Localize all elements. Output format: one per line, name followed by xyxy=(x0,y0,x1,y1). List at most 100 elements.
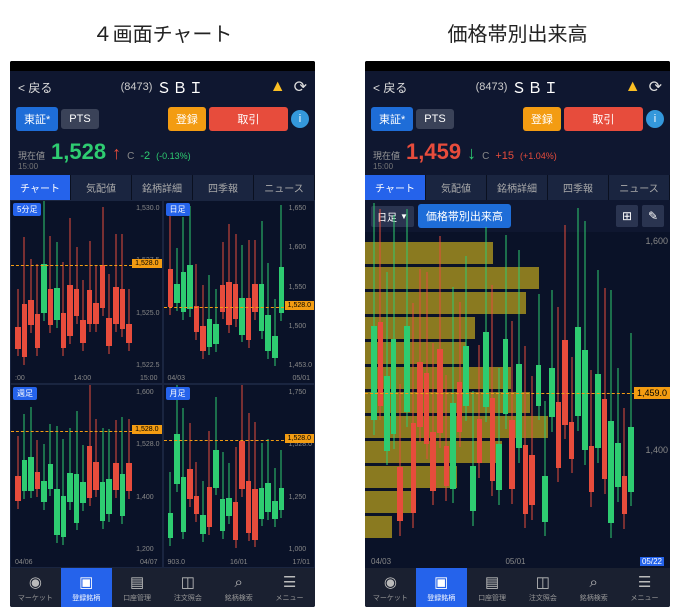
price-c: C xyxy=(127,151,134,162)
panel-title: ４画面チャート xyxy=(10,0,315,61)
footer-nav: ◉マーケット ▣登録銘柄 ▤口座管理 ◫注文照会 ⌕銘柄検索 ☰メニュー xyxy=(10,568,315,607)
globe-icon: ◉ xyxy=(380,572,400,592)
header-title: (8473) ＳＢＩ xyxy=(121,77,205,98)
timeframe-label: 日足 xyxy=(166,203,190,216)
nav-registered[interactable]: ▣登録銘柄 xyxy=(416,568,467,607)
nav-search[interactable]: ⌕銘柄検索 xyxy=(568,568,619,607)
book-icon: ◫ xyxy=(178,572,198,592)
chart-weekly[interactable]: 週足 1,6001,528.01,4001,200 1,528.0 04/060… xyxy=(10,384,163,568)
status-bar xyxy=(365,61,670,71)
candles xyxy=(168,213,285,369)
tab-detail[interactable]: 銘柄詳細 xyxy=(132,175,193,200)
status-bar xyxy=(10,61,315,71)
price-change: +15 xyxy=(495,150,514,162)
back-button[interactable]: < 戻る xyxy=(18,79,52,96)
refresh-icon[interactable]: ⟳ xyxy=(294,77,307,97)
price-row: 現在値 15:00 1,528 ↑ C -2 (-0.13%) xyxy=(10,135,315,175)
timeframe-label: 週足 xyxy=(13,387,37,400)
tabs: チャート 気配値 銘柄詳細 四季報 ニュース xyxy=(10,175,315,200)
y-axis: 1,530.01,527.51,525.01,522.5 xyxy=(136,205,159,369)
arrow-up-icon: ↑ xyxy=(112,143,121,164)
price-label: 現在値 xyxy=(373,149,400,162)
nav-account[interactable]: ▤口座管理 xyxy=(467,568,518,607)
chart-daily[interactable]: 日足 1,6501,6001,5501,5001,453.0 1,528.0 0… xyxy=(163,200,316,384)
tabs: チャート 気配値 銘柄詳細 四季報 ニュース xyxy=(365,175,670,200)
single-chart[interactable]: 1,6001,400 1,459.0 04/03 05/01 05/22 xyxy=(365,232,670,568)
x-axis: :0014:0015:00 xyxy=(15,375,158,382)
price-tag: 1,528.0 xyxy=(285,434,314,443)
nav-market[interactable]: ◉マーケット xyxy=(365,568,416,607)
chart-controls: 日足▼ 価格帯別出来高 ⊞ ✎ xyxy=(365,200,670,232)
footer-nav: ◉マーケット ▣登録銘柄 ▤口座管理 ◫注文照会 ⌕銘柄検索 ☰メニュー xyxy=(365,568,670,607)
price-value: 1,528 xyxy=(51,139,106,165)
pts-button[interactable]: PTS xyxy=(416,109,453,129)
tab-dividend[interactable]: 気配値 xyxy=(426,175,487,200)
market-button[interactable]: 東証* xyxy=(371,107,413,131)
y-axis: 1,7501,528.01,2501,000 xyxy=(289,389,312,553)
chart-5min[interactable]: 5分足 1,530.01,527.51,525.01,522.5 1,528.0… xyxy=(10,200,163,384)
nav-search[interactable]: ⌕銘柄検索 xyxy=(213,568,264,607)
back-button[interactable]: < 戻る xyxy=(373,79,407,96)
button-row: 東証* PTS 登録 取引 i xyxy=(10,103,315,135)
refresh-icon[interactable]: ⟳ xyxy=(649,77,662,97)
nav-registered[interactable]: ▣登録銘柄 xyxy=(61,568,112,607)
tab-news[interactable]: ニュース xyxy=(254,175,315,200)
folder-icon: ▣ xyxy=(76,572,96,592)
stock-code: (8473) xyxy=(121,81,153,93)
nav-order[interactable]: ◫注文照会 xyxy=(517,568,568,607)
warning-icon[interactable]: ▲ xyxy=(270,78,286,96)
tab-chart[interactable]: チャート xyxy=(10,175,71,200)
tab-shiki[interactable]: 四季報 xyxy=(193,175,254,200)
price-label: 現在値 xyxy=(18,149,45,162)
folder-icon: ▣ xyxy=(431,572,451,592)
chart-monthly[interactable]: 月足 1,7501,528.01,2501,000 1,528.0 903.01… xyxy=(163,384,316,568)
price-c: C xyxy=(482,151,489,162)
trade-button[interactable]: 取引 xyxy=(564,107,643,131)
price-row: 現在値 15:00 1,459 ↓ C +15 (+1.04%) xyxy=(365,135,670,175)
candles xyxy=(168,397,285,553)
price-tag: 1,528.0 xyxy=(132,425,161,434)
grid-button[interactable]: ⊞ xyxy=(616,205,638,227)
market-button[interactable]: 東証* xyxy=(16,107,58,131)
register-button[interactable]: 登録 xyxy=(168,107,206,131)
tab-detail[interactable]: 銘柄詳細 xyxy=(487,175,548,200)
tab-dividend[interactable]: 気配値 xyxy=(71,175,132,200)
edit-button[interactable]: ✎ xyxy=(642,205,664,227)
nav-market[interactable]: ◉マーケット xyxy=(10,568,61,607)
phone-screen: < 戻る (8473) ＳＢＩ ▲ ⟳ 東証* PTS 登録 取引 i 現在値 … xyxy=(365,61,670,607)
nav-menu[interactable]: ☰メニュー xyxy=(264,568,315,607)
warning-icon[interactable]: ▲ xyxy=(625,78,641,96)
x-axis: 903.016/0117/01 xyxy=(168,559,311,566)
register-button[interactable]: 登録 xyxy=(523,107,561,131)
x-axis: 04/0604/07 xyxy=(15,559,158,566)
pts-button[interactable]: PTS xyxy=(61,109,98,129)
tab-news[interactable]: ニュース xyxy=(609,175,670,200)
header: < 戻る (8473) ＳＢＩ ▲ ⟳ xyxy=(10,71,315,103)
price-tag: 1,459.0 xyxy=(634,387,670,399)
info-button[interactable]: i xyxy=(646,110,664,128)
chart-body[interactable]: 1,6001,400 1,459.0 04/03 05/01 05/22 xyxy=(365,232,670,568)
info-button[interactable]: i xyxy=(291,110,309,128)
panel-title: 価格帯別出来高 xyxy=(365,0,670,61)
nav-order[interactable]: ◫注文照会 xyxy=(162,568,213,607)
candles xyxy=(371,242,634,538)
nav-menu[interactable]: ☰メニュー xyxy=(619,568,670,607)
search-icon: ⌕ xyxy=(584,572,604,592)
nav-account[interactable]: ▤口座管理 xyxy=(112,568,163,607)
trade-button[interactable]: 取引 xyxy=(209,107,288,131)
price-tag: 1,528.0 xyxy=(285,301,314,310)
x-axis: 04/03 05/01 05/22 xyxy=(371,557,664,566)
vol-by-price-button[interactable]: 価格帯別出来高 xyxy=(418,204,511,228)
globe-icon: ◉ xyxy=(25,572,45,592)
timeframe-label: 月足 xyxy=(166,387,190,400)
tab-chart[interactable]: チャート xyxy=(365,175,426,200)
tab-shiki[interactable]: 四季報 xyxy=(548,175,609,200)
search-icon: ⌕ xyxy=(229,572,249,592)
x-axis: 04/0305/01 xyxy=(168,375,311,382)
header-title: (8473) ＳＢＩ xyxy=(476,77,560,98)
book-icon: ◫ xyxy=(533,572,553,592)
stock-logo: ＳＢＩ xyxy=(156,77,204,98)
chart-body[interactable]: 5分足 1,530.01,527.51,525.01,522.5 1,528.0… xyxy=(10,200,315,568)
price-pct: (-0.13%) xyxy=(156,151,191,161)
price-tag: 1,528.0 xyxy=(132,259,161,268)
